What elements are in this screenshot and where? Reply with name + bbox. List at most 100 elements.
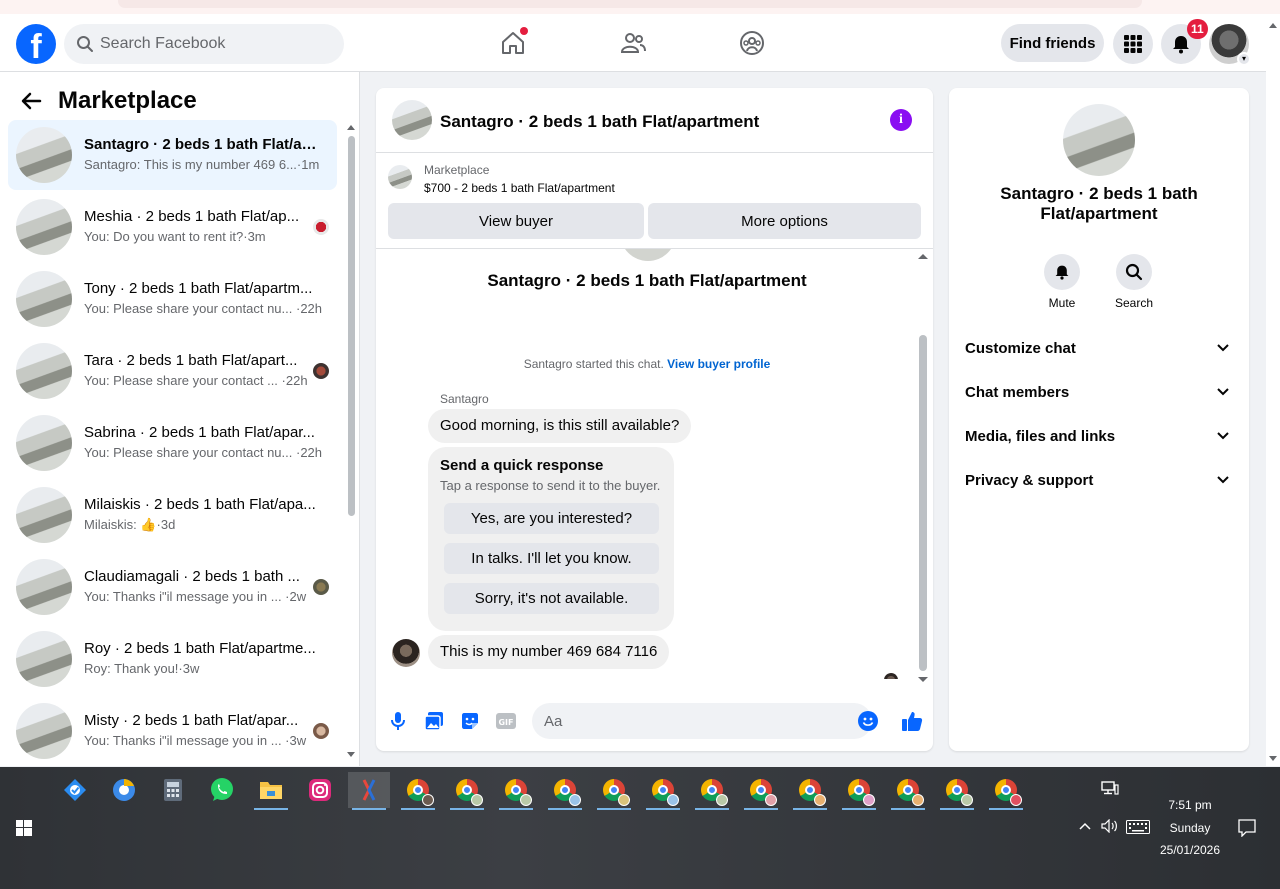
mute-button[interactable] xyxy=(1044,254,1080,290)
view-buyer-profile-link[interactable]: View buyer profile xyxy=(667,357,770,371)
media-files-section[interactable]: Media, files and links xyxy=(957,418,1241,458)
incoming-message[interactable]: Good morning, is this still available? xyxy=(428,409,692,443)
customize-chat-section[interactable]: Customize chat xyxy=(957,330,1241,370)
find-friends-button[interactable]: Find friends xyxy=(1001,24,1104,62)
taskbar-chrome-profile[interactable] xyxy=(544,772,586,810)
message-input-box[interactable] xyxy=(532,703,878,739)
emoji-icon[interactable] xyxy=(858,711,878,731)
taskbar-chrome-profile[interactable] xyxy=(838,772,880,810)
back-arrow-icon[interactable] xyxy=(20,91,42,111)
scroll-up-icon[interactable] xyxy=(1269,22,1277,28)
quick-response-button[interactable]: Sorry, it's not available. xyxy=(444,583,659,614)
scroll-up-icon[interactable] xyxy=(347,124,355,130)
clock-day[interactable]: Sunday xyxy=(1150,821,1230,835)
info-icon[interactable]: i xyxy=(890,109,912,131)
conversation-item[interactable]: Misty · 2 beds 1 bath Flat/apar... You: … xyxy=(8,696,337,766)
conversation-item[interactable]: Sabrina · 2 beds 1 bath Flat/apar... You… xyxy=(8,408,337,478)
quick-response-subtitle: Tap a response to send it to the buyer. xyxy=(440,478,661,493)
chevron-down-icon[interactable]: ▾ xyxy=(1237,52,1251,66)
sender-avatar[interactable] xyxy=(392,639,420,667)
chrome-icon xyxy=(946,779,973,806)
conversation-item[interactable]: Claudiamagali · 2 beds 1 bath ... You: T… xyxy=(8,552,337,622)
keyboard-icon[interactable] xyxy=(1126,820,1150,834)
conversation-item[interactable]: Meshia · 2 beds 1 bath Flat/ap... You: D… xyxy=(8,192,337,262)
section-label: Privacy & support xyxy=(965,472,1094,489)
photo-icon xyxy=(424,712,443,731)
chevron-up-icon[interactable] xyxy=(1079,822,1091,830)
send-like-button[interactable] xyxy=(900,709,924,733)
message-thread: Santagro · 2 beds 1 bath Flat/apartment … xyxy=(376,249,933,679)
taskbar-chrome-profile[interactable] xyxy=(691,772,733,810)
taskbar-chrome-profile[interactable] xyxy=(985,772,1027,810)
taskbar-chrome-profile[interactable] xyxy=(936,772,978,810)
taskbar-chrome-profile[interactable] xyxy=(446,772,488,810)
attach-photo-button[interactable] xyxy=(424,711,444,731)
inbox-scrollbar[interactable] xyxy=(347,124,355,758)
gif-button[interactable]: GIF xyxy=(496,711,516,731)
taskbar-app[interactable] xyxy=(299,772,341,808)
clock-time[interactable]: 7:51 pm xyxy=(1150,798,1230,812)
volume-icon[interactable] xyxy=(1101,819,1119,833)
sticker-button[interactable] xyxy=(460,711,480,731)
taskbar-chrome-profile[interactable] xyxy=(397,772,439,810)
scroll-down-icon[interactable] xyxy=(1269,756,1277,762)
taskbar-chrome-profile[interactable] xyxy=(593,772,635,810)
chat-avatar[interactable] xyxy=(392,100,432,140)
search-input[interactable] xyxy=(100,24,330,64)
taskbar-app[interactable] xyxy=(54,772,96,808)
conversation-item[interactable]: Santagro · 2 beds 1 bath Flat/ap... Sant… xyxy=(8,120,337,190)
facebook-logo[interactable]: f xyxy=(16,24,56,64)
search-box[interactable] xyxy=(64,24,344,64)
scroll-down-icon[interactable] xyxy=(347,752,355,758)
friends-nav[interactable] xyxy=(616,26,650,60)
taskbar-app[interactable] xyxy=(103,772,145,808)
taskbar-app[interactable] xyxy=(250,772,292,810)
scroll-up-icon[interactable] xyxy=(918,253,928,259)
taskbar-app[interactable] xyxy=(348,772,390,810)
conversation-name: Tara · 2 beds 1 bath Flat/apart... xyxy=(84,352,298,369)
conversation-item[interactable]: Roy · 2 beds 1 bath Flat/apartme... Roy:… xyxy=(8,624,337,694)
taskbar-chrome-profile[interactable] xyxy=(495,772,537,810)
privacy-support-section[interactable]: Privacy & support xyxy=(957,462,1241,502)
chrome-icon xyxy=(603,779,630,806)
chat-members-section[interactable]: Chat members xyxy=(957,374,1241,414)
read-receipt-avatar xyxy=(884,673,898,679)
listing-thumbnail xyxy=(16,631,72,687)
taskbar-app[interactable] xyxy=(201,772,243,808)
page-scrollbar[interactable] xyxy=(1266,14,1280,766)
search-in-chat-button[interactable] xyxy=(1116,254,1152,290)
scroll-down-icon[interactable] xyxy=(918,677,928,683)
groups-nav[interactable] xyxy=(735,26,769,60)
conversation-item[interactable]: Tara · 2 beds 1 bath Flat/apart... You: … xyxy=(8,336,337,406)
taskbar-chrome-profile[interactable] xyxy=(642,772,684,810)
voice-clip-button[interactable] xyxy=(388,711,408,731)
search-action[interactable]: Search xyxy=(1104,254,1164,310)
quick-response-button[interactable]: Yes, are you interested? xyxy=(444,503,659,534)
chat-scrollbar[interactable] xyxy=(917,253,928,683)
message-input[interactable] xyxy=(544,703,844,739)
scrollbar-thumb[interactable] xyxy=(919,335,927,671)
listing-avatar[interactable] xyxy=(1063,104,1135,176)
taskbar-app[interactable] xyxy=(152,772,194,808)
view-buyer-button[interactable]: View buyer xyxy=(388,203,644,239)
more-options-button[interactable]: More options xyxy=(648,203,921,239)
mute-action[interactable]: Mute xyxy=(1032,254,1092,310)
listing-price-title[interactable]: $700 - 2 beds 1 bath Flat/apartment xyxy=(424,181,615,195)
marketplace-listing-banner: Marketplace $700 - 2 beds 1 bath Flat/ap… xyxy=(376,154,933,249)
taskbar-chrome-profile[interactable] xyxy=(740,772,782,810)
conversation-item[interactable]: Milaiskis · 2 beds 1 bath Flat/apa... Mi… xyxy=(8,480,337,550)
seen-avatar xyxy=(313,579,329,595)
conversation-item[interactable]: Tony · 2 beds 1 bath Flat/apartm... You:… xyxy=(8,264,337,334)
quick-response-button[interactable]: In talks. I'll let you know. xyxy=(444,543,659,574)
action-center-icon[interactable] xyxy=(1238,819,1256,837)
taskbar-chrome-profile[interactable] xyxy=(789,772,831,810)
incoming-message[interactable]: This is my number 469 684 7116 xyxy=(428,635,670,669)
menu-button[interactable] xyxy=(1113,24,1153,64)
network-desktop-icon[interactable] xyxy=(1101,781,1119,795)
home-nav[interactable] xyxy=(496,26,530,60)
windows-start-icon[interactable] xyxy=(16,820,32,836)
clock-date[interactable]: 25/01/2026 xyxy=(1150,843,1230,857)
taskbar-chrome-profile[interactable] xyxy=(887,772,929,810)
chat-title[interactable]: Santagro · 2 beds 1 bath Flat/apartment xyxy=(440,112,759,132)
scrollbar-thumb[interactable] xyxy=(348,136,355,516)
